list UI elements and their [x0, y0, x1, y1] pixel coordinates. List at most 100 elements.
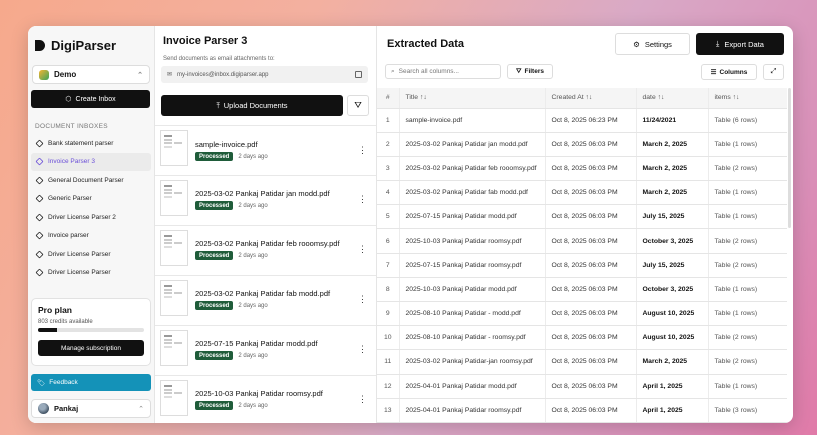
copy-icon[interactable] — [355, 71, 362, 78]
sidebar-inbox-item[interactable]: Driver License Parser 2 — [31, 208, 151, 227]
column-header[interactable]: Created At ↑↓ — [545, 88, 637, 109]
document-name: 2025-10-03 Pankaj Patidar roomsy.pdf — [195, 389, 323, 398]
sort-icon: ↑↓ — [657, 94, 665, 102]
table-cell: Table (6 rows) — [708, 108, 787, 133]
upload-label: Upload Documents — [223, 101, 288, 110]
sliders-icon: ☰ — [710, 69, 717, 76]
column-header[interactable]: date ↑↓ — [636, 88, 709, 109]
table-cell: March 2, 2025 — [636, 132, 709, 157]
export-data-button[interactable]: ⤓ Export Data — [696, 33, 784, 55]
sort-icon: ↑↓ — [419, 94, 427, 102]
table-scrollbar[interactable] — [788, 88, 791, 228]
document-name: 2025-03-02 Pankaj Patidar jan modd.pdf — [195, 189, 330, 198]
search-icon: ⌕ — [391, 67, 395, 75]
table-cell: Oct 8, 2025 06:03 PM — [545, 132, 637, 157]
document-item[interactable]: 2025-07-15 Pankaj Patidar modd.pdf Proces… — [155, 325, 376, 375]
table-row[interactable]: 11 2025-03-02 Pankaj Patidar-jan roomsy.p… — [377, 349, 787, 375]
gear-icon: ⚙ — [633, 39, 640, 49]
column-header[interactable]: # — [377, 88, 400, 109]
column-header[interactable]: items ↑↓ — [708, 88, 787, 109]
table-cell: 12 — [377, 374, 400, 399]
document-age: 2 days ago — [238, 202, 268, 209]
table-cell: 1 — [377, 108, 400, 133]
table-cell: Table (1 rows) — [708, 374, 787, 399]
table-row[interactable]: 2 2025-03-02 Pankaj Patidar jan modd.pdf O… — [377, 132, 787, 157]
table-row[interactable]: 13 2025-04-01 Pankaj Patidar roomsy.pdf Oc… — [377, 398, 787, 423]
workspace-selector[interactable]: Demo ⌃ — [32, 65, 150, 84]
user-menu[interactable]: Pankaj ⌃ — [31, 399, 151, 418]
table-row[interactable]: 6 2025-10-03 Pankaj Patidar roomsy.pdf Oct… — [377, 228, 787, 254]
more-vertical-icon[interactable]: ⋮ — [358, 394, 367, 405]
data-table-container[interactable]: # Title ↑↓ Created At ↑↓ date ↑↓ items ↑↓ 1s… — [377, 88, 787, 423]
settings-button[interactable]: ⚙ Settings — [615, 33, 690, 55]
table-row[interactable]: 1 sample-invoice.pdf Oct 8, 2025 06:23 PM 1… — [377, 108, 787, 133]
inbox-list: Bank statement parser Invoice Parser 3 Gen… — [31, 134, 151, 282]
table-row[interactable]: 3 2025-03-02 Pankaj Patidar feb rooomsy.p… — [377, 156, 787, 182]
table-cell: Oct 8, 2025 06:03 PM — [545, 204, 637, 230]
more-vertical-icon[interactable]: ⋮ — [358, 294, 367, 305]
parser-subtitle: Send documents as email attachments to: — [163, 56, 275, 62]
document-age: 2 days ago — [238, 153, 268, 160]
sidebar-inbox-item[interactable]: General Document Parser — [31, 171, 151, 190]
table-row[interactable]: 8 2025-10-03 Pankaj Patidar modd.pdf Oct 8… — [377, 277, 787, 303]
table-cell: 4 — [377, 180, 400, 206]
table-row[interactable]: 4 2025-03-02 Pankaj Patidar fab modd.pdf O… — [377, 180, 787, 206]
inbox-email-field[interactable]: ✉ my-invoices@inbox.digiparser.app — [161, 66, 368, 83]
sidebar-inbox-item[interactable]: Driver License Parser — [31, 264, 151, 283]
sidebar-inbox-item[interactable]: Generic Parser — [31, 190, 151, 209]
credits-progress-fill — [38, 328, 58, 332]
inbox-item-label: Invoice Parser 3 — [48, 158, 95, 166]
document-meta: Processed 2 days ago — [195, 201, 268, 210]
document-item[interactable]: 2025-03-02 Pankaj Patidar feb rooomsy.pd… — [155, 225, 376, 275]
sidebar-inbox-item[interactable]: Invoice Parser 3 — [31, 152, 151, 171]
status-badge: Processed — [195, 401, 234, 410]
table-cell: 5 — [377, 204, 400, 230]
more-vertical-icon[interactable]: ⋮ — [358, 344, 367, 355]
table-body: 1 sample-invoice.pdf Oct 8, 2025 06:23 PM 1… — [377, 108, 787, 423]
workspace-logo-icon — [39, 69, 49, 80]
status-badge: Processed — [195, 351, 234, 360]
table-row[interactable]: 10 2025-08-10 Pankaj Patidar - roomsy.pdf… — [377, 325, 787, 351]
document-meta: Processed 2 days ago — [195, 351, 268, 360]
status-badge: Processed — [195, 201, 234, 210]
more-vertical-icon[interactable]: ⋮ — [358, 244, 367, 255]
upload-documents-button[interactable]: ⤒ Upload Documents — [161, 95, 343, 116]
more-vertical-icon[interactable]: ⋮ — [358, 194, 367, 205]
table-row[interactable]: 5 2025-07-15 Pankaj Patidar modd.pdf Oct 8… — [377, 204, 787, 230]
table-row[interactable]: 9 2025-08-10 Pankaj Patidar - modd.pdf Oct… — [377, 301, 787, 327]
document-item[interactable]: 2025-10-03 Pankaj Patidar roomsy.pdf Proc… — [155, 375, 376, 423]
table-cell: 2025-08-10 Pankaj Patidar - modd.pdf — [399, 301, 546, 327]
cube-icon — [35, 176, 44, 185]
table-cell: July 15, 2025 — [636, 204, 709, 230]
document-list: sample-invoice.pdf Processed 2 days ago ⋮ 20… — [155, 125, 376, 423]
table-cell: 7 — [377, 253, 400, 278]
sidebar-inbox-item[interactable]: Invoice parser — [31, 227, 151, 246]
document-item[interactable]: 2025-03-02 Pankaj Patidar jan modd.pdf Pr… — [155, 175, 376, 225]
filter-documents-button[interactable]: ⛛ — [347, 95, 369, 116]
sidebar-inbox-item[interactable]: Bank statement parser — [31, 134, 151, 153]
document-name: sample-invoice.pdf — [195, 140, 258, 149]
table-cell: August 10, 2025 — [636, 325, 709, 351]
search-input[interactable]: ⌕ Search all columns... — [385, 64, 501, 79]
plan-title: Pro plan — [38, 305, 73, 315]
filters-button[interactable]: ⛛ Filters — [507, 64, 553, 79]
manage-subscription-button[interactable]: Manage subscription — [38, 340, 144, 356]
table-row[interactable]: 12 2025-04-01 Pankaj Patidar modd.pdf Oct … — [377, 374, 787, 399]
column-header[interactable]: Title ↑↓ — [399, 88, 546, 109]
expand-button[interactable]: ⤢ — [763, 64, 784, 80]
sidebar-inbox-item[interactable]: Driver License Parser — [31, 245, 151, 264]
settings-label: Settings — [644, 39, 672, 49]
create-inbox-button[interactable]: ⬡ Create Inbox — [31, 90, 150, 108]
more-vertical-icon[interactable]: ⋮ — [358, 145, 367, 156]
table-row[interactable]: 7 2025-07-15 Pankaj Patidar roomsy.pdf Oct… — [377, 253, 787, 278]
document-item[interactable]: 2025-03-02 Pankaj Patidar fab modd.pdf Pr… — [155, 275, 376, 325]
brand[interactable]: DigiParser — [35, 38, 116, 53]
table-cell: Table (2 rows) — [708, 156, 787, 182]
document-item[interactable]: sample-invoice.pdf Processed 2 days ago ⋮ — [155, 125, 376, 175]
feedback-button[interactable]: 🏷 Feedback — [31, 374, 151, 391]
column-header-label: date — [642, 94, 656, 102]
columns-button[interactable]: ☰ Columns — [701, 64, 757, 80]
table-cell: August 10, 2025 — [636, 301, 709, 327]
table-cell: October 3, 2025 — [636, 277, 709, 303]
table-cell: April 1, 2025 — [636, 398, 709, 423]
